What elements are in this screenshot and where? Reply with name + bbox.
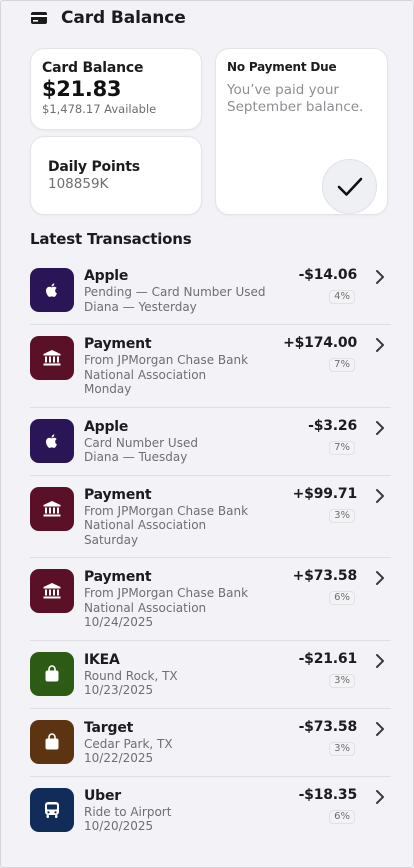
- shopping-bag-icon: [30, 651, 74, 696]
- chevron-right-icon: [376, 721, 384, 736]
- chevron-right-icon: [376, 488, 384, 503]
- bank-icon: [30, 336, 74, 380]
- card-balance-amount: $21.83: [42, 77, 122, 101]
- transaction-row[interactable]: Target Cedar Park, TX 10/22/2025 -$73.58…: [30, 709, 391, 777]
- daily-points-label: Daily Points: [48, 159, 140, 175]
- chevron-right-icon: [376, 571, 384, 585]
- chevron-right-icon: [376, 420, 384, 435]
- bank-icon: [30, 486, 74, 531]
- transaction-amount: +$174.00: [283, 335, 357, 351]
- transaction-row[interactable]: Uber Ride to Airport 10/20/2025 -$18.35 …: [30, 777, 391, 844]
- transaction-list: Apple Pending — Card Number Used Diana —…: [30, 257, 391, 844]
- card-balance-label: Card Balance: [42, 60, 144, 76]
- header: Card Balance: [31, 5, 186, 31]
- daily-cash-badge: 3%: [329, 508, 355, 523]
- credit-card-icon: [31, 12, 47, 24]
- chevron-right-icon: [376, 789, 384, 804]
- payment-due-label: No Payment Due: [227, 60, 337, 74]
- transaction-row[interactable]: Payment From JPMorgan Chase Bank Nationa…: [30, 558, 391, 641]
- transaction-row[interactable]: Payment From JPMorgan Chase Bank Nationa…: [30, 476, 391, 558]
- daily-cash-badge: 6%: [329, 809, 355, 824]
- daily-cash-badge: 3%: [329, 673, 355, 688]
- transaction-amount: -$18.35: [298, 786, 358, 803]
- transaction-amount: -$73.58: [298, 718, 358, 735]
- apple-icon: [30, 268, 74, 312]
- page-title: Card Balance: [61, 8, 186, 28]
- shopping-bag-icon: [30, 719, 74, 764]
- daily-points-tile[interactable]: Daily Points 108859K: [30, 136, 202, 215]
- daily-cash-badge: 6%: [329, 591, 355, 605]
- daily-cash-badge: 4%: [329, 290, 355, 304]
- transaction-row[interactable]: Apple Card Number Used Diana — Tuesday -…: [30, 408, 391, 476]
- daily-points-value: 108859K: [48, 176, 109, 192]
- daily-cash-badge: 3%: [329, 741, 355, 756]
- daily-cash-badge: 7%: [329, 440, 355, 455]
- card-balance-tile[interactable]: Card Balance $21.83 $1,478.17 Available: [30, 48, 202, 130]
- app-frame: Card Balance Card Balance $21.83 $1,478.…: [0, 0, 414, 868]
- chevron-right-icon: [376, 270, 384, 284]
- payment-due-message: You’ve paid your September balance.: [227, 82, 364, 115]
- transaction-detail: Saturday: [84, 532, 139, 547]
- available-credit: $1,478.17 Available: [42, 102, 157, 116]
- payment-due-tile[interactable]: No Payment Due You’ve paid your Septembe…: [215, 48, 388, 215]
- daily-cash-badge: 7%: [329, 358, 355, 372]
- transaction-amount: -$3.26: [308, 417, 357, 434]
- latest-transactions-heading: Latest Transactions: [30, 230, 192, 248]
- transaction-amount: -$14.06: [298, 267, 358, 283]
- transaction-detail: Monday: [84, 382, 132, 396]
- transaction-detail: 10/24/2025: [84, 615, 154, 629]
- transaction-amount: +$73.58: [292, 568, 358, 584]
- transaction-amount: +$99.71: [292, 485, 358, 502]
- transaction-row[interactable]: Apple Pending — Card Number Used Diana —…: [30, 257, 391, 325]
- transaction-row[interactable]: IKEA Round Rock, TX 10/23/2025 -$21.61 3…: [30, 641, 391, 709]
- chevron-right-icon: [376, 653, 384, 668]
- bus-icon: [30, 787, 74, 832]
- transaction-amount: -$21.61: [298, 650, 358, 667]
- chevron-right-icon: [376, 338, 384, 352]
- apple-icon: [30, 418, 74, 463]
- bank-icon: [30, 569, 74, 613]
- checkmark-icon: [322, 159, 377, 214]
- transaction-row[interactable]: Payment From JPMorgan Chase Bank Nationa…: [30, 325, 391, 408]
